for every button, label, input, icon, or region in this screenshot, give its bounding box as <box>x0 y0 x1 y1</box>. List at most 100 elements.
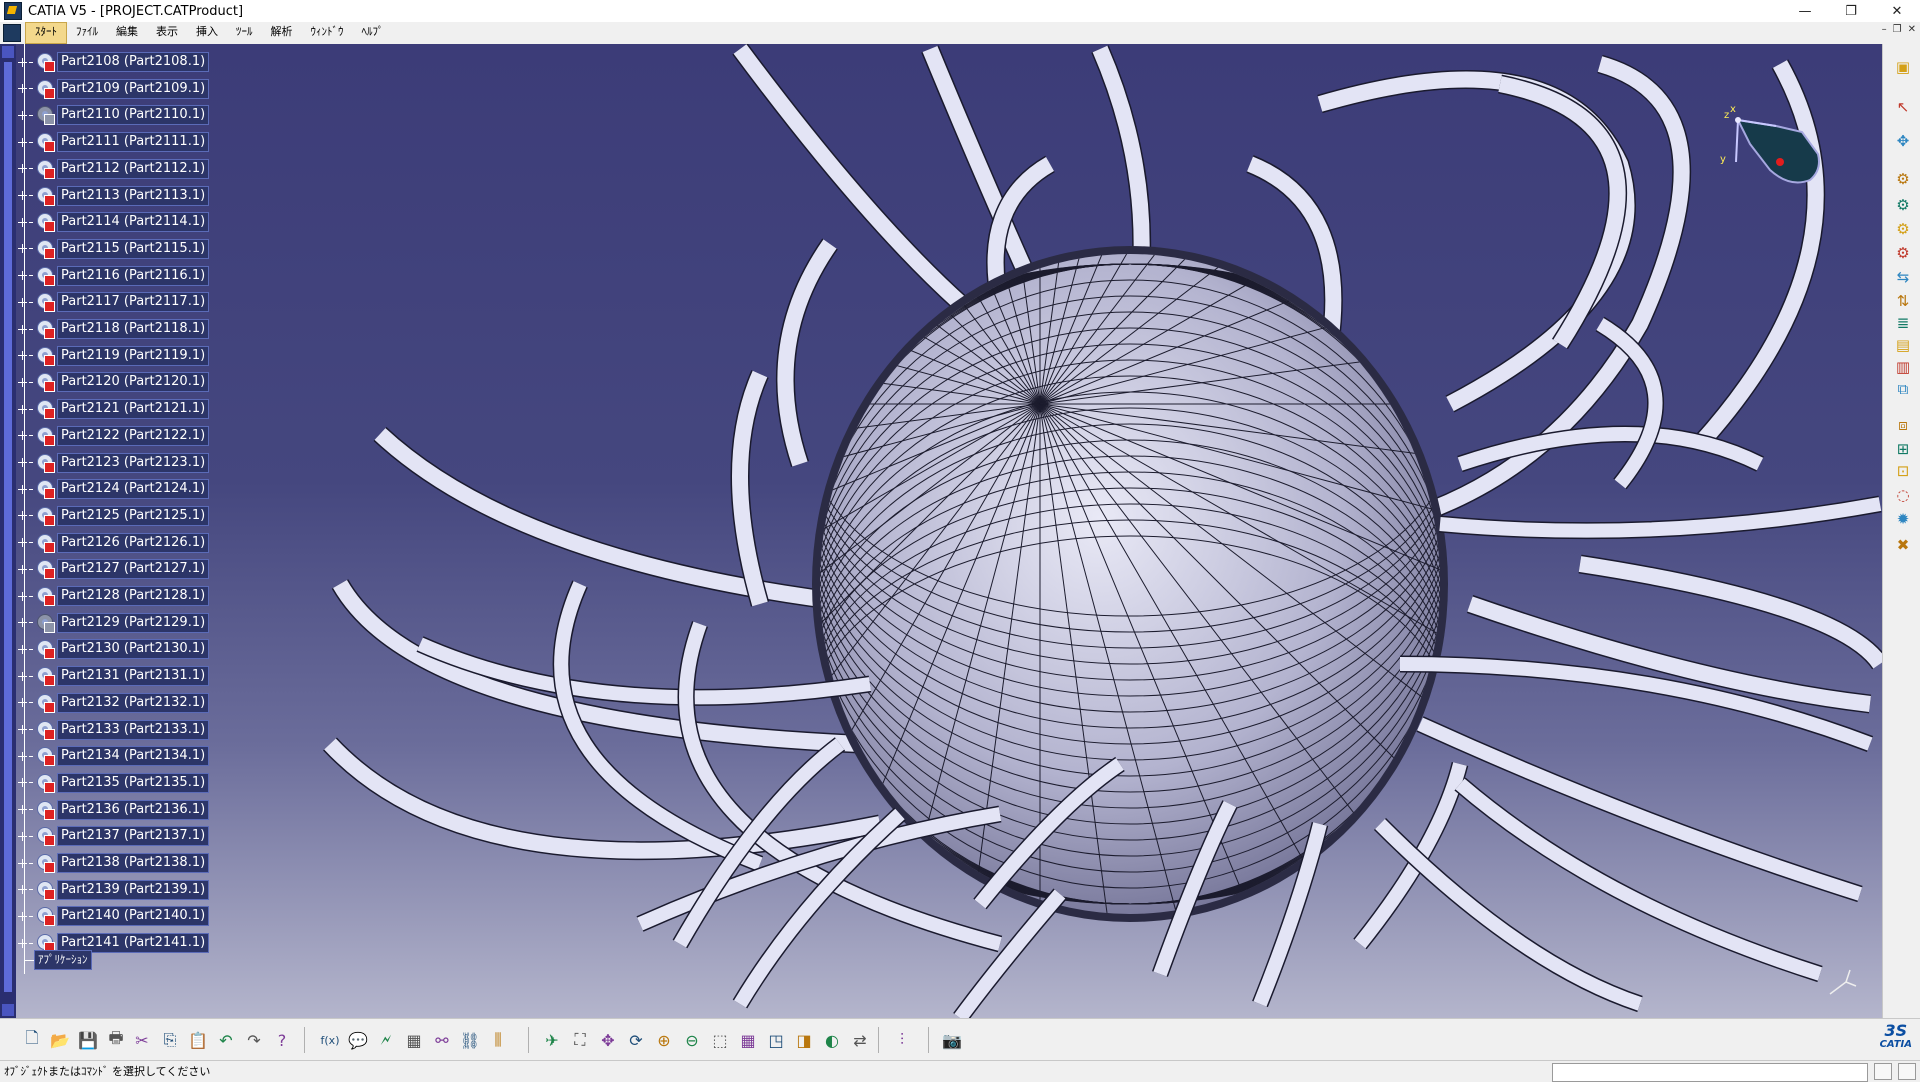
expand-plus-icon[interactable] <box>18 244 27 254</box>
zoom-out-icon[interactable]: ⊖ <box>680 1028 704 1052</box>
paste-icon[interactable]: 📋 <box>186 1028 210 1052</box>
tree-node-part[interactable]: Part2138 (Part2138.1) <box>18 853 210 873</box>
tree-node-part[interactable]: Part2129 (Part2129.1) <box>18 612 210 633</box>
close-button[interactable]: ✕ <box>1874 0 1920 22</box>
3d-viewport[interactable]: Part2108 (Part2108.1) Part2109 (Part2109.… <box>0 44 1882 1018</box>
redo-icon[interactable]: ↷ <box>242 1028 266 1052</box>
tree-node-part[interactable]: Part2108 (Part2108.1) <box>18 52 210 72</box>
tree-node-part[interactable]: Part2122 (Part2122.1) <box>18 425 210 446</box>
expand-plus-icon[interactable] <box>18 458 27 467</box>
expand-plus-icon[interactable] <box>18 351 27 361</box>
expand-plus-icon[interactable] <box>18 778 27 788</box>
command-input[interactable] <box>1552 1063 1868 1082</box>
expand-plus-icon[interactable] <box>18 110 27 120</box>
replace-component-icon[interactable]: ⇆ <box>1892 266 1914 288</box>
existing-component-icon[interactable]: ⚙ <box>1892 168 1914 190</box>
document-icon[interactable] <box>3 24 21 42</box>
expand-plus-icon[interactable] <box>18 618 27 628</box>
expand-plus-icon[interactable] <box>18 644 27 654</box>
rotate-icon[interactable]: ⟳ <box>624 1028 648 1052</box>
tree-node-part[interactable]: Part2127 (Part2127.1) <box>18 559 210 580</box>
menu-item[interactable]: 編集 <box>107 22 147 42</box>
menu-item[interactable]: ｳｨﾝﾄﾞｳ <box>302 22 353 42</box>
tree-node-part[interactable]: Part2109 (Part2109.1) <box>18 78 210 99</box>
tree-node-part[interactable]: Part2120 (Part2120.1) <box>18 372 210 393</box>
pan-icon[interactable]: ✥ <box>596 1028 620 1052</box>
catia-app-icon[interactable] <box>4 2 22 20</box>
specification-tree[interactable]: Part2108 (Part2108.1) Part2109 (Part2109.… <box>0 44 220 1018</box>
tree-node-part[interactable]: Part2118 (Part2118.1) <box>18 319 210 339</box>
selective-load-icon[interactable]: ▤ <box>1892 334 1914 356</box>
tree-node-part[interactable]: Part2126 (Part2126.1) <box>18 532 210 553</box>
compass-widget[interactable]: z x y <box>1710 92 1830 212</box>
manage-representations-icon[interactable]: ▥ <box>1892 356 1914 378</box>
multi-instantiation-icon[interactable]: ⧉ <box>1892 378 1914 400</box>
expand-plus-icon[interactable] <box>18 57 27 67</box>
menu-item[interactable]: 解析 <box>262 22 302 42</box>
print-icon[interactable]: 🖶 <box>104 1028 128 1052</box>
tree-node-part[interactable]: Part2131 (Part2131.1) <box>18 666 210 687</box>
new-component-icon[interactable]: ⚙ <box>1892 194 1914 216</box>
light-bulb-icon[interactable]: ✹ <box>1892 508 1914 530</box>
menu-item[interactable]: 表示 <box>147 22 187 42</box>
tree-node-part[interactable]: Part2113 (Part2113.1) <box>18 185 210 206</box>
tree-node-part[interactable]: Part2128 (Part2128.1) <box>18 586 210 606</box>
tree-node-part[interactable]: Part2136 (Part2136.1) <box>18 799 210 820</box>
tree-node-part[interactable]: Part2119 (Part2119.1) <box>18 345 210 366</box>
expand-plus-icon[interactable] <box>18 431 27 441</box>
new-product-icon[interactable]: ⚙ <box>1892 218 1914 240</box>
status-icon-1[interactable] <box>1874 1063 1892 1080</box>
tree-node-applications[interactable]: ｱﾌﾟﾘｹｰｼｮﾝ <box>24 950 92 970</box>
knowledge-icon[interactable]: 🗲 <box>374 1028 398 1052</box>
expand-plus-icon[interactable] <box>18 671 27 681</box>
generate-numbering-icon[interactable]: ≣ <box>1892 312 1914 334</box>
expand-plus-icon[interactable] <box>18 511 27 521</box>
reuse-pattern-icon[interactable]: ⊞ <box>1892 438 1914 460</box>
comment-icon[interactable]: 💬 <box>346 1028 370 1052</box>
minimize-button[interactable]: — <box>1782 0 1828 22</box>
geometry-scene[interactable] <box>0 44 1882 1018</box>
expand-plus-icon[interactable] <box>18 698 27 708</box>
tree-node-part[interactable]: Part2133 (Part2133.1) <box>18 719 210 740</box>
tree-node-part[interactable]: Part2124 (Part2124.1) <box>18 479 210 500</box>
menu-item[interactable]: ﾌｧｲﾙ <box>67 22 107 42</box>
menu-item[interactable]: 挿入 <box>187 22 227 42</box>
swap-space-icon[interactable]: ⇄ <box>848 1028 872 1052</box>
menu-item[interactable]: ﾂｰﾙ <box>227 22 262 42</box>
undo-icon[interactable]: ↶ <box>214 1028 238 1052</box>
expand-plus-icon[interactable] <box>18 137 27 147</box>
expand-plus-icon[interactable] <box>18 324 27 334</box>
tree-scrollbar[interactable] <box>0 44 16 1018</box>
render-style-icon[interactable]: ◨ <box>792 1028 816 1052</box>
tree-node-part[interactable]: Part2110 (Part2110.1) <box>18 105 210 126</box>
expand-plus-icon[interactable] <box>18 858 27 868</box>
tree-node-part[interactable]: Part2112 (Part2112.1) <box>18 158 210 179</box>
copy-icon[interactable]: ⎘ <box>158 1028 182 1052</box>
mdi-close-button[interactable]: ✕ <box>1908 24 1916 35</box>
expand-plus-icon[interactable] <box>18 538 27 548</box>
zoom-in-icon[interactable]: ⊕ <box>652 1028 676 1052</box>
status-icon-2[interactable] <box>1898 1063 1916 1080</box>
open-file-icon[interactable]: 📂 <box>48 1028 72 1052</box>
capture-icon[interactable]: 📷 <box>940 1028 964 1052</box>
expand-plus-icon[interactable] <box>18 938 27 948</box>
iso-view-icon[interactable]: ◳ <box>764 1028 788 1052</box>
tree-node-part[interactable]: Part2117 (Part2117.1) <box>18 292 210 313</box>
multi-view-icon[interactable]: ▦ <box>736 1028 760 1052</box>
hide-show-icon[interactable]: ◌ <box>1892 484 1914 506</box>
scroll-up-arrow[interactable] <box>2 46 14 58</box>
constraint-icon[interactable]: ⛓ <box>458 1028 482 1052</box>
tree-node-part[interactable]: Part2139 (Part2139.1) <box>18 879 210 900</box>
table-icon[interactable]: ▦ <box>402 1028 426 1052</box>
expand-plus-icon[interactable] <box>18 404 27 414</box>
tree-node-part[interactable]: Part2132 (Part2132.1) <box>18 692 210 713</box>
tree-node-part[interactable]: Part2115 (Part2115.1) <box>18 238 210 259</box>
mdi-restore-button[interactable]: ❐ <box>1893 24 1902 35</box>
tree-node-part[interactable]: Part2116 (Part2116.1) <box>18 265 210 286</box>
tree-node-part[interactable]: Part2140 (Part2140.1) <box>18 906 210 927</box>
expand-plus-icon[interactable] <box>18 164 27 174</box>
expand-plus-icon[interactable] <box>18 564 27 574</box>
sectioning-icon[interactable]: ⫶ <box>890 1028 914 1052</box>
expand-plus-icon[interactable] <box>18 725 27 734</box>
hierarchy-icon[interactable]: ⚯ <box>430 1028 454 1052</box>
